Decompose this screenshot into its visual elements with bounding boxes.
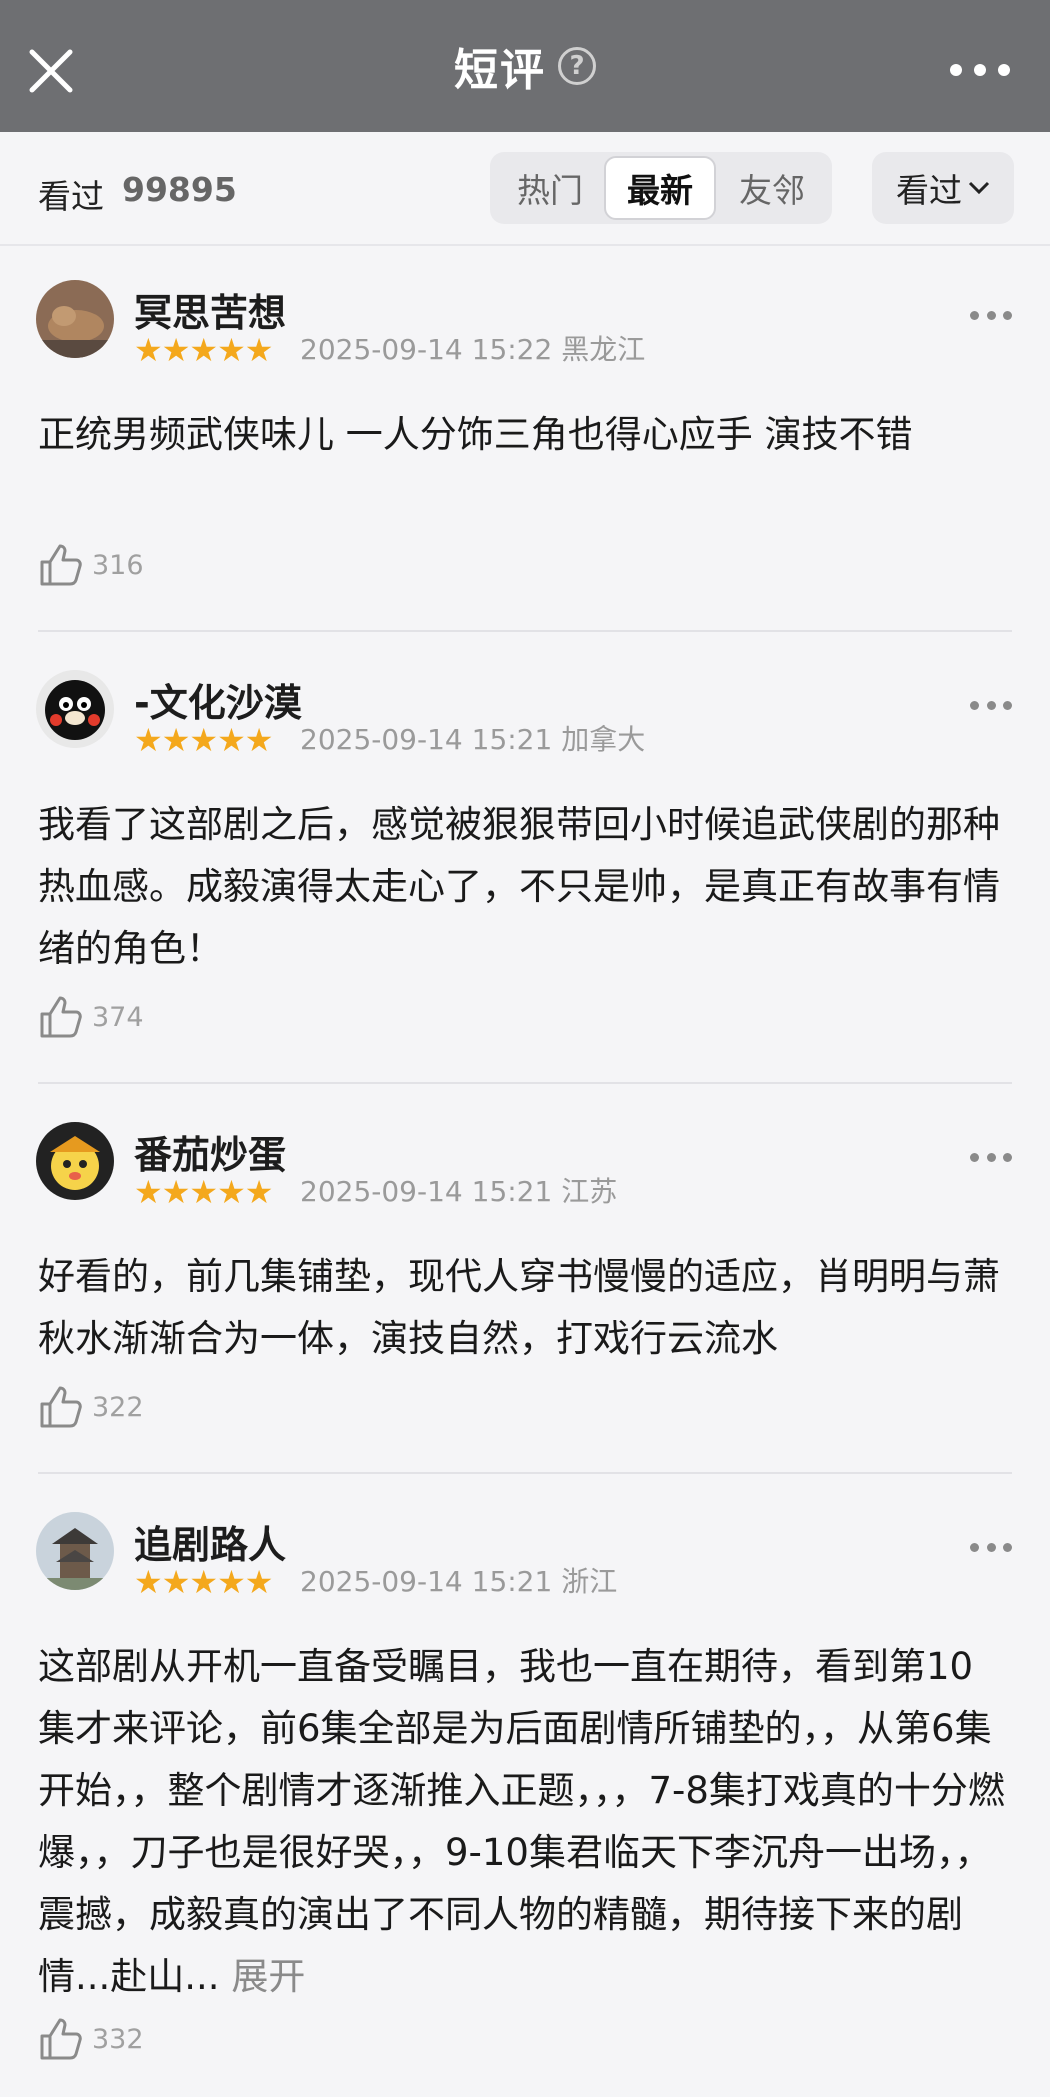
star-rating: ★★★★★ [134, 1173, 273, 1211]
watched-count: 99895 [122, 170, 237, 209]
review-meta: 2025-09-14 15:21 浙江 [300, 1565, 618, 1598]
reviewer-name[interactable]: 追剧路人 [134, 1514, 286, 1569]
thumbs-up-icon [40, 996, 82, 1038]
help-icon[interactable]: ? [558, 47, 596, 85]
star-rating: ★★★★★ [134, 721, 273, 759]
reviewer-name[interactable]: 番茄炒蛋 [134, 1124, 286, 1179]
avatar[interactable] [36, 670, 114, 748]
page-title: 短评 [454, 45, 546, 96]
dropdown-label: 看过 [896, 171, 962, 210]
watched-filter-dropdown[interactable]: 看过 [872, 152, 1014, 224]
more-icon[interactable] [970, 1540, 1012, 1554]
chevron-down-icon [968, 181, 990, 195]
star-rating: ★★★★★ [134, 331, 273, 369]
like-button[interactable]: 332 [38, 2016, 144, 2062]
like-button[interactable]: 316 [38, 542, 144, 588]
divider [38, 1082, 1012, 1084]
review-meta: 2025-09-14 15:22 黑龙江 [300, 333, 646, 366]
review-text: 我看了这部剧之后，感觉被狠狠带回小时候追武侠剧的那种热血感。成毅演得太走心了，不… [38, 803, 1000, 970]
more-icon[interactable] [970, 308, 1012, 322]
more-icon[interactable] [950, 50, 1010, 90]
sort-segmented-control: 热门 最新 友邻 [490, 152, 832, 224]
more-icon[interactable] [970, 698, 1012, 712]
watched-label: 看过 [38, 177, 104, 216]
divider [38, 630, 1012, 632]
filter-bar: 看过 99895 热门 最新 友邻 看过 [0, 132, 1050, 246]
like-button[interactable]: 374 [38, 994, 144, 1040]
like-count: 322 [92, 1391, 144, 1423]
like-count: 374 [92, 1001, 144, 1033]
review-meta: 2025-09-14 15:21 江苏 [300, 1175, 618, 1208]
thumbs-up-icon [40, 2018, 82, 2060]
top-bar: 短评 ? [0, 0, 1050, 132]
close-icon[interactable] [24, 44, 78, 98]
like-count: 332 [92, 2023, 144, 2055]
review-text: 正统男频武侠味儿 一人分饰三角也得心应手 演技不错 [38, 413, 913, 456]
avatar[interactable] [36, 1122, 114, 1200]
reviewer-name[interactable]: 冥思苦想 [134, 282, 286, 337]
divider [38, 1472, 1012, 1474]
avatar[interactable] [36, 280, 114, 358]
tab-hot[interactable]: 热门 [494, 156, 606, 220]
tab-newest[interactable]: 最新 [604, 156, 716, 220]
thumbs-up-icon [40, 1386, 82, 1428]
star-rating: ★★★★★ [134, 1563, 273, 1601]
tab-friends[interactable]: 友邻 [716, 156, 828, 220]
thumbs-up-icon [40, 544, 82, 586]
reviewer-name[interactable]: -文化沙漠 [134, 672, 302, 727]
review-text: 这部剧从开机一直备受瞩目，我也一直在期待，看到第10集才来评论，前6集全部是为后… [38, 1645, 1005, 1998]
avatar[interactable] [36, 1512, 114, 1590]
review-text: 好看的，前几集铺垫，现代人穿书慢慢的适应，肖明明与萧秋水渐渐合为一体，演技自然，… [38, 1255, 1000, 1360]
expand-link[interactable]: 展开 [231, 1955, 305, 1998]
like-button[interactable]: 322 [38, 1384, 144, 1430]
more-icon[interactable] [970, 1150, 1012, 1164]
review-meta: 2025-09-14 15:21 加拿大 [300, 723, 646, 756]
like-count: 316 [92, 549, 144, 581]
